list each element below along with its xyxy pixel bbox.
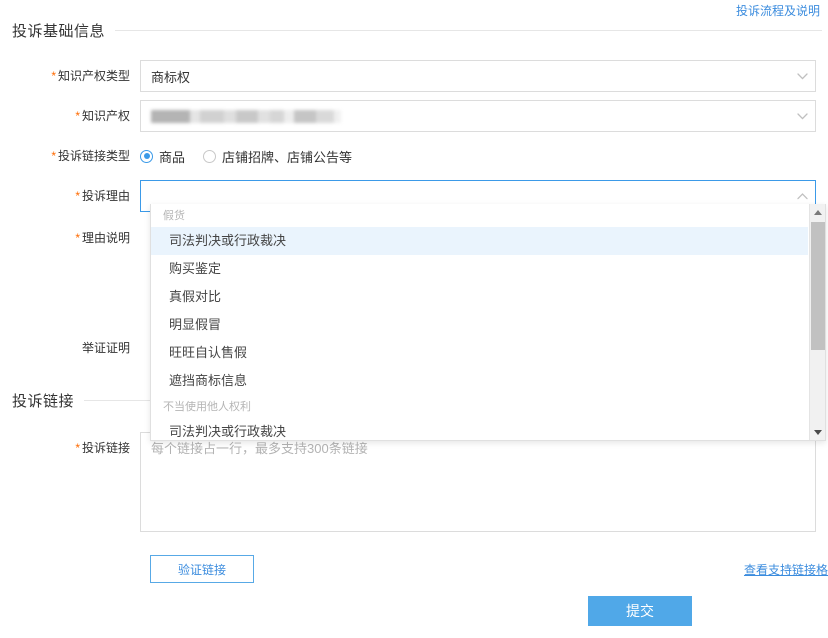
dropdown-item-purchase-appraisal[interactable]: 购买鉴定 bbox=[151, 255, 808, 283]
redacted-ip-right-value bbox=[151, 110, 341, 123]
label-ip-right: *知识产权 bbox=[0, 100, 140, 132]
dropdown-item-judicial-decision-improper[interactable]: 司法判决或行政裁决 bbox=[151, 418, 808, 440]
required-asterisk: * bbox=[51, 69, 56, 83]
radio-selected-icon bbox=[140, 150, 153, 163]
section-divider bbox=[115, 30, 822, 31]
section-header-basic-info: 投诉基础信息 bbox=[12, 20, 822, 41]
required-asterisk: * bbox=[51, 149, 56, 163]
textarea-complaint-links[interactable]: 每个链接占一行，最多支持300条链接 bbox=[140, 432, 816, 532]
radio-link-type-shop[interactable]: 店铺招牌、店铺公告等 bbox=[203, 147, 352, 166]
section-title-basic-info: 投诉基础信息 bbox=[12, 20, 115, 41]
dropdown-item-wangwang-admission[interactable]: 旺旺自认售假 bbox=[151, 339, 808, 367]
dropdown-scrollbar[interactable] bbox=[809, 204, 825, 440]
links-actions-row: 验证链接 查看支持链接格式 bbox=[150, 555, 828, 583]
dropdown-item-obscured-trademark[interactable]: 遮挡商标信息 bbox=[151, 367, 808, 395]
required-asterisk: * bbox=[75, 109, 80, 123]
select-ip-right[interactable] bbox=[140, 100, 816, 132]
label-evidence: 举证证明 bbox=[0, 332, 140, 364]
label-reason-desc: *理由说明 bbox=[0, 222, 140, 254]
dropdown-item-obvious-counterfeit[interactable]: 明显假冒 bbox=[151, 311, 808, 339]
form-row-reason-desc: *理由说明 bbox=[0, 222, 140, 254]
radio-link-type-product[interactable]: 商品 bbox=[140, 147, 185, 166]
form-row-complaint-links: *投诉链接 每个链接占一行，最多支持300条链接 bbox=[0, 432, 816, 532]
format-help-link[interactable]: 查看支持链接格式 bbox=[744, 561, 828, 578]
dropdown-item-judicial-decision[interactable]: 司法判决或行政裁决 bbox=[151, 227, 808, 255]
radio-label-product: 商品 bbox=[159, 147, 185, 166]
scroll-up-arrow-icon[interactable] bbox=[810, 204, 826, 220]
dropdown-group-label-counterfeit: 假货 bbox=[151, 204, 808, 227]
complaint-process-link[interactable]: 投诉流程及说明 bbox=[736, 2, 820, 19]
validate-links-button[interactable]: 验证链接 bbox=[150, 555, 254, 583]
required-asterisk: * bbox=[75, 231, 80, 245]
form-row-link-type: *投诉链接类型 商品 店铺招牌、店铺公告等 bbox=[0, 140, 370, 172]
form-row-evidence: 举证证明 bbox=[0, 332, 140, 364]
scroll-down-arrow-icon[interactable] bbox=[810, 424, 826, 440]
label-ip-type: *知识产权类型 bbox=[0, 60, 140, 92]
radio-label-shop: 店铺招牌、店铺公告等 bbox=[222, 147, 352, 166]
dropdown-reason-options: 假货 司法判决或行政裁决 购买鉴定 真假对比 明显假冒 旺旺自认售假 遮挡商标信… bbox=[150, 204, 826, 441]
dropdown-item-authenticity-comparison[interactable]: 真假对比 bbox=[151, 283, 808, 311]
dropdown-scrollbar-thumb[interactable] bbox=[811, 222, 825, 350]
dropdown-group-label-improper-use: 不当使用他人权利 bbox=[151, 395, 808, 418]
form-row-ip-right: *知识产权 bbox=[0, 100, 816, 132]
required-asterisk: * bbox=[75, 441, 80, 455]
submit-button[interactable]: 提交 bbox=[588, 596, 692, 626]
label-reason: *投诉理由 bbox=[0, 180, 140, 212]
required-asterisk: * bbox=[75, 189, 80, 203]
label-link-type: *投诉链接类型 bbox=[0, 140, 140, 172]
radio-unselected-icon bbox=[203, 150, 216, 163]
dropdown-option-list: 假货 司法判决或行政裁决 购买鉴定 真假对比 明显假冒 旺旺自认售假 遮挡商标信… bbox=[151, 204, 808, 440]
form-row-ip-type: *知识产权类型 商标权 bbox=[0, 60, 816, 92]
chevron-down-icon bbox=[789, 101, 815, 131]
radio-group-link-type: 商品 店铺招牌、店铺公告等 bbox=[140, 140, 370, 172]
section-title-complaint-links: 投诉链接 bbox=[12, 390, 84, 411]
chevron-down-icon bbox=[789, 61, 815, 91]
label-complaint-links: *投诉链接 bbox=[0, 432, 140, 464]
select-ip-type[interactable]: 商标权 bbox=[140, 60, 816, 92]
select-ip-type-value: 商标权 bbox=[141, 67, 789, 86]
